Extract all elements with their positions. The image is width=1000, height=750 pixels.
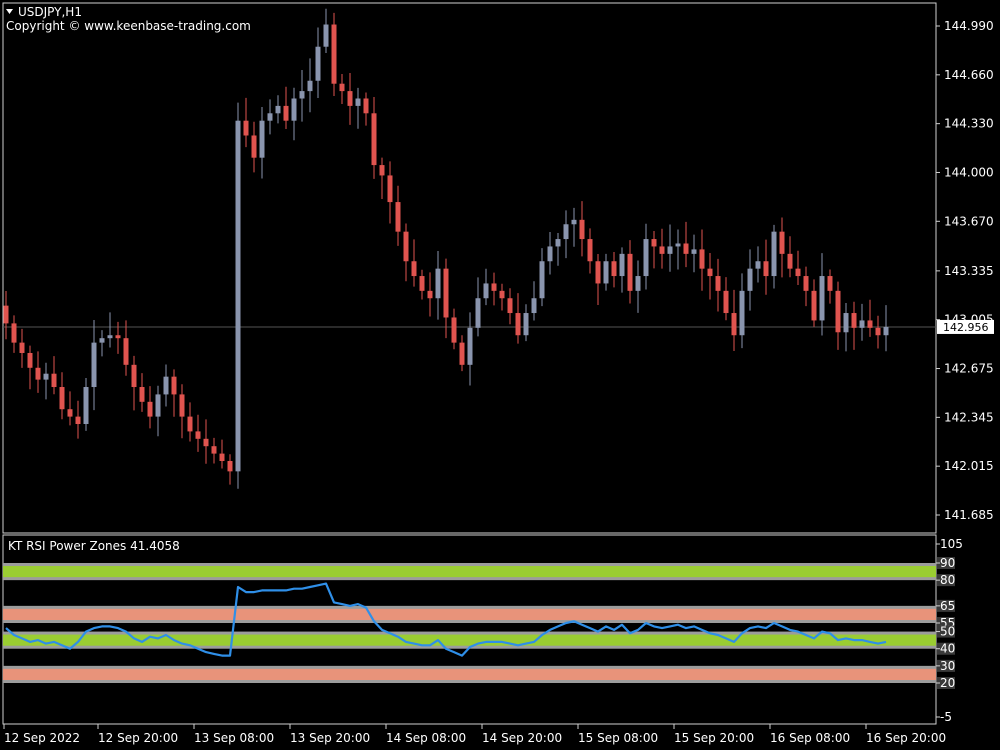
price-chart-panel[interactable] [2,2,937,534]
time-tick-label: 14 Sep 08:00 [386,731,466,745]
indicator-label: KT RSI Power Zones 41.4058 [8,539,180,553]
price-panel-frame [2,2,937,534]
time-tick-label: 12 Sep 2022 [4,731,80,745]
rsi-tick-label: 90 [940,556,955,570]
rsi-tick-label: 105 [940,537,963,551]
price-tick-label: 144.990 [944,19,994,33]
time-tick-label: 14 Sep 20:00 [482,731,562,745]
time-tick-label: 16 Sep 20:00 [866,731,946,745]
rsi-tick-label: 30 [940,659,955,673]
weak-zone [3,608,936,620]
current-price-tag: 142.956 [937,319,994,334]
price-tick-label: 142.345 [944,410,994,424]
rsi-tick-label: 80 [940,573,955,587]
price-tick-label: 143.335 [944,264,994,278]
price-tick-label: 143.670 [944,214,994,228]
price-tick-label: 144.660 [944,68,994,82]
rsi-tick-label: 65 [940,599,955,613]
trading-terminal: USDJPY,H1 Copyright © www.keenbase-tradi… [2,2,994,745]
time-axis[interactable]: 12 Sep 2022 12 Sep 20:00 13 Sep 08:00 13 Se… [3,724,946,745]
rsi-tick-label: 40 [940,642,955,656]
price-tick-label: 144.330 [944,117,994,131]
candle [331,12,337,96]
copyright-label: Copyright © www.keenbase-trading.com [6,19,251,33]
current-price-value: 142.956 [943,321,989,334]
price-tick-label: 142.015 [944,459,994,473]
rsi-tick-label: 20 [940,676,955,690]
time-tick-label: 15 Sep 20:00 [674,731,754,745]
time-tick-label: 13 Sep 08:00 [194,731,274,745]
time-tick-label: 15 Sep 08:00 [578,731,658,745]
price-tick-label: 144.000 [944,165,994,179]
rsi-tick-label: -5 [940,710,952,724]
price-tick-label: 141.685 [944,508,994,522]
power-zone [3,566,936,578]
time-tick-label: 16 Sep 08:00 [770,731,850,745]
price-tick-label: 142.675 [944,362,994,376]
weak-zone [3,668,936,680]
symbol-timeframe-label[interactable]: USDJPY,H1 [18,5,82,19]
candle [235,102,241,489]
price-axis[interactable]: 144.990 144.660 144.330 144.000 143.670 143.3… [936,19,994,522]
rsi-axis[interactable]: 1059080655550403020-5 [936,537,963,724]
rsi-tick-label: 50 [940,625,955,639]
rsi-indicator-panel[interactable]: KT RSI Power Zones 41.4058 [2,534,937,725]
time-tick-label: 12 Sep 20:00 [98,731,178,745]
time-tick-label: 13 Sep 20:00 [290,731,370,745]
